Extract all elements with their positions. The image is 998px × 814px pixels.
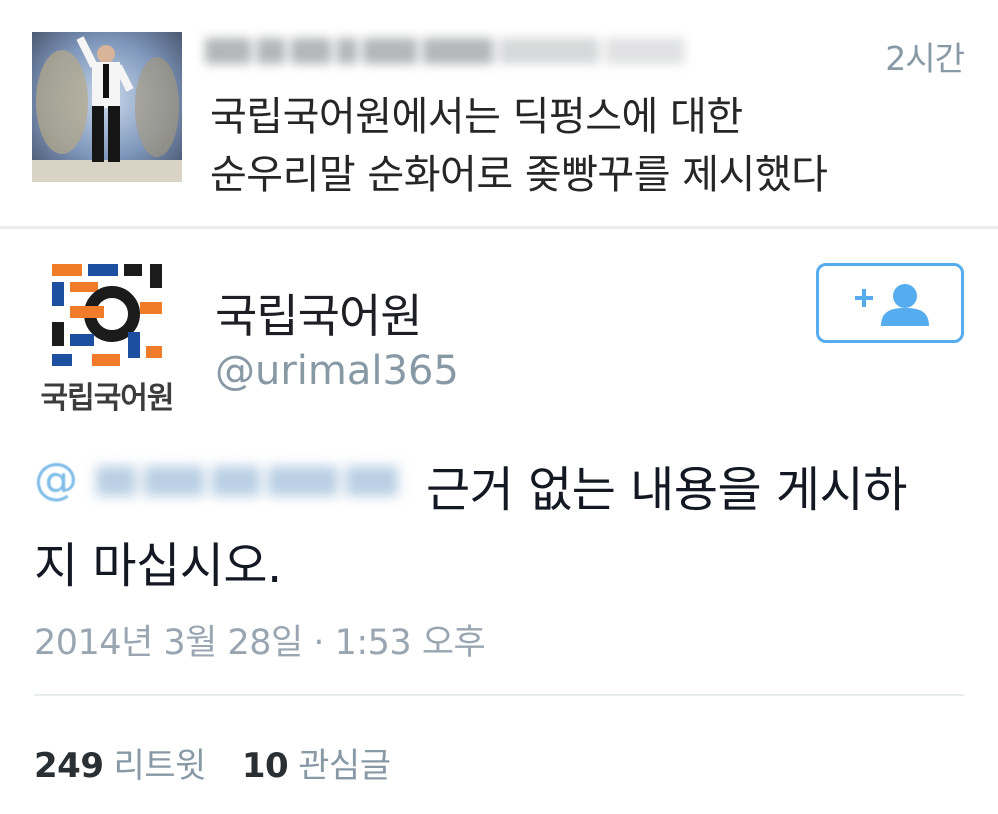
user-avatar[interactable] (32, 32, 182, 182)
logo-caption: 국립국어원 (40, 381, 175, 416)
tweet-time: 2시간 (885, 39, 965, 78)
quoted-tweet-text: 국립국어원에서는 딕펑스에 대한 순우리말 순화어로 좆빵꾸를 제시했다 (210, 88, 970, 204)
follow-button[interactable] (816, 263, 964, 343)
display-name[interactable]: 국립국어원 (215, 280, 423, 346)
favorite-label[interactable]: 관심글 (298, 746, 391, 786)
tweet-text-line: 순우리말 순화어로 좆빵꾸를 제시했다 (210, 152, 828, 198)
retweet-label[interactable]: 리트윗 (113, 746, 206, 786)
retweet-count[interactable]: 249 (34, 746, 104, 786)
divider (0, 226, 998, 229)
tweet-text-line: 국립국어원에서는 딕펑스에 대한 (210, 94, 743, 140)
user-handle[interactable]: @urimal365 (215, 348, 459, 394)
tweet-text: 근거 없는 내용을 게시하지 마십시오. (34, 462, 907, 594)
divider (34, 694, 964, 696)
favorite-count[interactable]: 10 (242, 746, 289, 786)
quoted-tweet[interactable]: 2시간 국립국어원에서는 딕펑스에 대한 순우리말 순화어로 좆빵꾸를 제시했다 (0, 0, 998, 228)
add-user-icon (855, 284, 929, 326)
tweet-timestamp[interactable]: 2014년 3월 28일 · 1:53 오후 (34, 614, 486, 665)
blurred-user-name (205, 30, 695, 72)
tweet-stats: 249 리트윗 10 관심글 (34, 738, 427, 787)
